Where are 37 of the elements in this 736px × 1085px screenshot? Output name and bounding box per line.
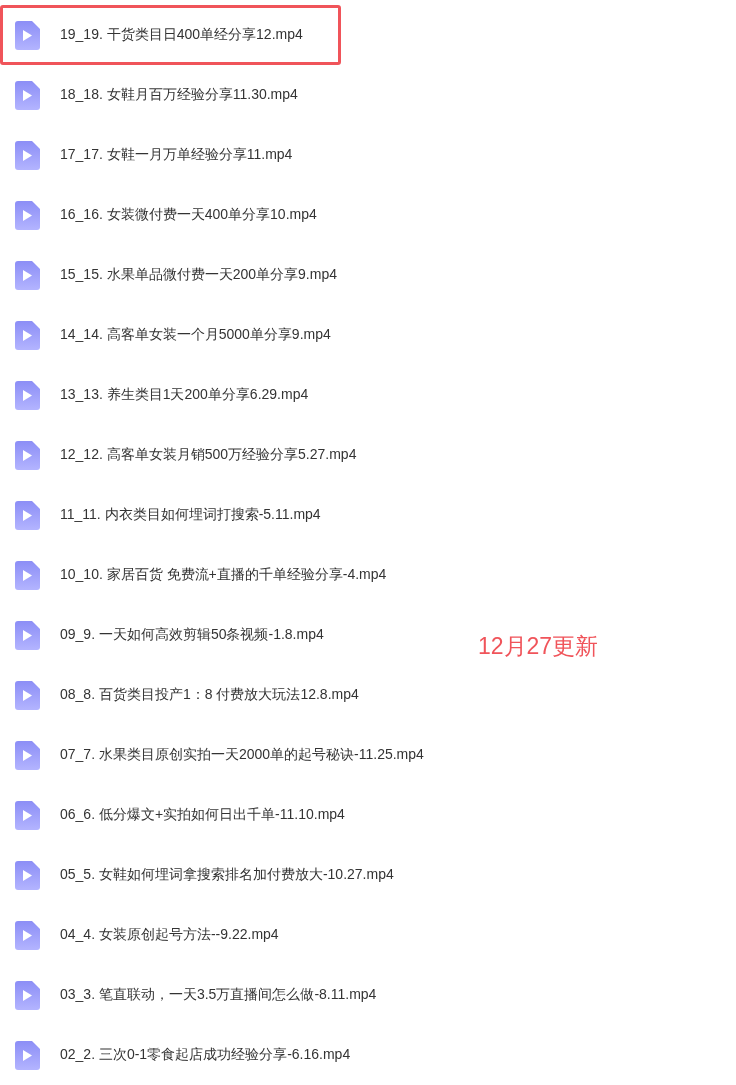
video-file-icon — [15, 20, 40, 50]
video-file-icon — [15, 440, 40, 470]
file-name[interactable]: 12_12. 高客单女装月销500万经验分享5.27.mp4 — [60, 446, 357, 464]
file-name[interactable]: 04_4. 女装原创起号方法--9.22.mp4 — [60, 926, 279, 944]
file-name[interactable]: 18_18. 女鞋月百万经验分享11.30.mp4 — [60, 86, 298, 104]
file-name[interactable]: 07_7. 水果类目原创实拍一天2000单的起号秘诀-11.25.mp4 — [60, 746, 424, 764]
video-file-icon — [15, 980, 40, 1010]
file-name[interactable]: 05_5. 女鞋如何埋词拿搜索排名加付费放大-10.27.mp4 — [60, 866, 394, 884]
video-file-icon — [15, 140, 40, 170]
file-name[interactable]: 08_8. 百货类目投产1：8 付费放大玩法12.8.mp4 — [60, 686, 359, 704]
update-note: 12月27更新 — [478, 632, 599, 661]
video-file-icon — [15, 680, 40, 710]
file-name[interactable]: 03_3. 笔直联动，一天3.5万直播间怎么做-8.11.mp4 — [60, 986, 377, 1004]
file-name[interactable]: 06_6. 低分爆文+实拍如何日出千单-11.10.mp4 — [60, 806, 345, 824]
video-file-icon — [15, 740, 40, 770]
video-file-icon — [15, 1040, 40, 1070]
file-name[interactable]: 11_11. 内衣类目如何埋词打搜索-5.11.mp4 — [60, 506, 321, 524]
file-name[interactable]: 15_15. 水果单品微付费一天200单分享9.mp4 — [60, 266, 337, 284]
video-file-icon — [15, 80, 40, 110]
video-file-icon — [15, 200, 40, 230]
file-name[interactable]: 13_13. 养生类目1天200单分享6.29.mp4 — [60, 386, 309, 404]
file-name[interactable]: 10_10. 家居百货 免费流+直播的千单经验分享-4.mp4 — [60, 566, 387, 584]
video-file-icon — [15, 260, 40, 290]
video-file-icon — [15, 860, 40, 890]
video-file-icon — [15, 320, 40, 350]
file-name[interactable]: 16_16. 女装微付费一天400单分享10.mp4 — [60, 206, 317, 224]
video-file-icon — [15, 800, 40, 830]
video-file-icon — [15, 620, 40, 650]
file-name[interactable]: 19_19. 干货类目日400单经分享12.mp4 — [60, 26, 303, 44]
file-name[interactable]: 09_9. 一天如何高效剪辑50条视频-1.8.mp4 — [60, 626, 324, 644]
file-name[interactable]: 17_17. 女鞋一月万单经验分享11.mp4 — [60, 146, 293, 164]
video-file-icon — [15, 500, 40, 530]
file-name[interactable]: 14_14. 高客单女装一个月5000单分享9.mp4 — [60, 326, 331, 344]
video-file-icon — [15, 380, 40, 410]
video-file-icon — [15, 560, 40, 590]
video-file-icon — [15, 920, 40, 950]
file-name[interactable]: 02_2. 三次0-1零食起店成功经验分享-6.16.mp4 — [60, 1046, 351, 1064]
